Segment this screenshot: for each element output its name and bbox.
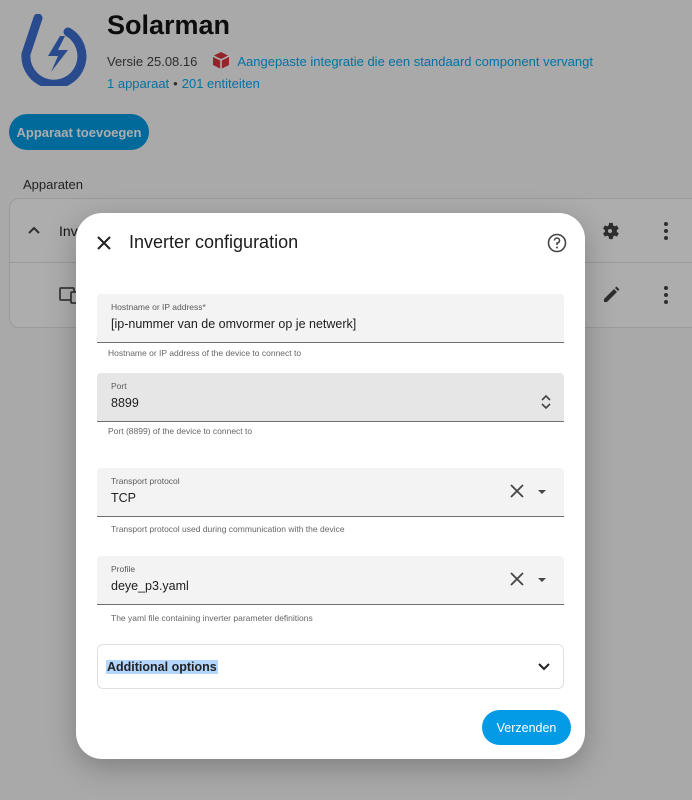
port-helper: Port (8899) of the device to connect to	[108, 426, 253, 436]
dialog-title: Inverter configuration	[129, 232, 299, 252]
host-helper: Hostname or IP address of the device to …	[108, 348, 302, 358]
clear-icon[interactable]	[510, 484, 524, 498]
profile-label: Profile	[111, 564, 136, 574]
profile-helper: The yaml file containing inverter parame…	[111, 613, 313, 623]
transport-value[interactable]: TCP	[111, 491, 136, 505]
help-circle-icon[interactable]	[547, 233, 567, 253]
port-input[interactable]: 8899	[111, 396, 139, 410]
transport-select[interactable]: Transport protocol TCP	[97, 468, 564, 517]
port-field[interactable]: Port 8899	[97, 373, 564, 422]
inverter-config-dialog: Inverter configuration Hostname or IP ad…	[76, 213, 585, 759]
submit-button[interactable]: Verzenden	[482, 710, 571, 745]
host-field[interactable]: Hostname or IP address* [ip-nummer van d…	[97, 294, 564, 343]
close-icon[interactable]	[96, 235, 112, 251]
dropdown-arrow-icon[interactable]	[537, 489, 547, 495]
profile-value[interactable]: deye_p3.yaml	[111, 579, 189, 593]
transport-label: Transport protocol	[111, 476, 180, 486]
additional-options-expander[interactable]: Additional options	[97, 644, 564, 689]
host-input[interactable]: [ip-nummer van de omvormer op je netwerk…	[111, 317, 356, 331]
port-label: Port	[111, 381, 127, 391]
dropdown-arrow-icon[interactable]	[537, 577, 547, 583]
transport-helper: Transport protocol used during communica…	[111, 524, 345, 534]
chevron-down-icon[interactable]	[538, 663, 550, 671]
clear-icon[interactable]	[510, 572, 524, 586]
host-label: Hostname or IP address*	[111, 302, 206, 312]
stepper-icon[interactable]	[540, 394, 552, 410]
profile-select[interactable]: Profile deye_p3.yaml	[97, 556, 564, 605]
additional-options-label: Additional options	[106, 660, 218, 674]
